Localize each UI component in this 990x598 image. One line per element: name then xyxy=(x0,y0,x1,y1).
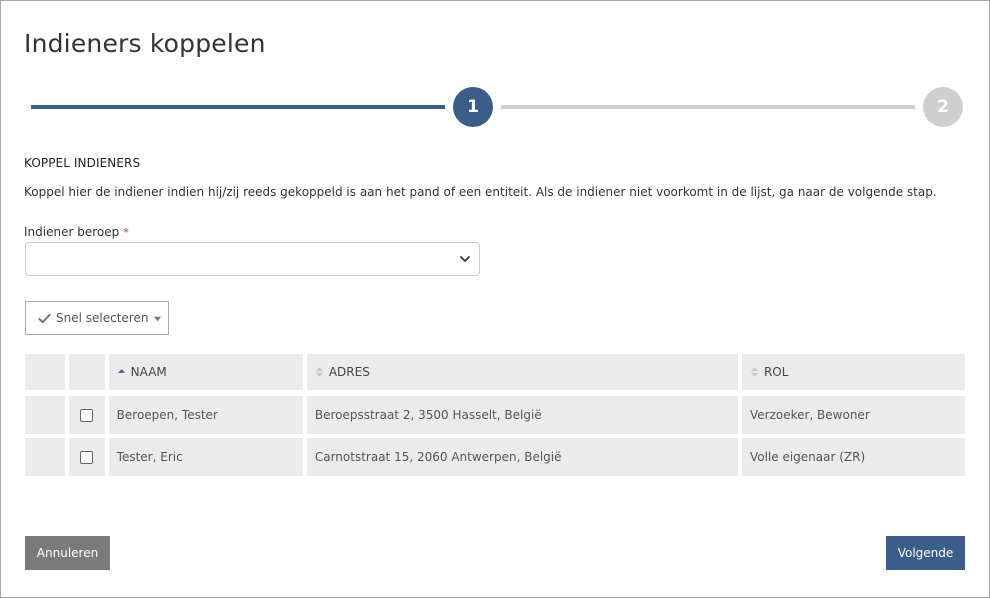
step-1-indicator[interactable]: 1 xyxy=(453,87,493,127)
annuleren-button[interactable]: Annuleren xyxy=(25,536,110,570)
header-cell-select xyxy=(68,354,105,390)
cell-naam: Beroepen, Tester xyxy=(108,396,303,434)
column-header-rol[interactable]: ROL xyxy=(741,354,966,390)
dialog-title: Indieners koppelen xyxy=(24,29,266,58)
table-row: Tester, Eric Carnotstraat 15, 2060 Antwe… xyxy=(25,438,966,476)
cell-adres: Beroepsstraat 2, 3500 Hasselt, België xyxy=(306,396,738,434)
cell-adres: Carnotstraat 15, 2060 Antwerpen, België xyxy=(306,438,738,476)
column-header-label: ROL xyxy=(763,365,789,379)
section-title: KOPPEL INDIENERS xyxy=(24,156,141,170)
snel-selecteren-button[interactable]: Snel selecteren xyxy=(25,301,169,335)
snel-selecteren-label: Snel selecteren xyxy=(56,311,149,325)
sort-icon xyxy=(315,367,323,377)
indiener-beroep-label: Indiener beroep * xyxy=(24,225,129,239)
section-intro: Koppel hier de indiener indien hij/zij r… xyxy=(24,185,937,199)
check-icon xyxy=(38,313,51,323)
row-cell-empty xyxy=(25,438,65,476)
table-header-row: NAAM ADRES ROL xyxy=(25,354,966,392)
column-header-naam[interactable]: NAAM xyxy=(108,354,303,390)
volgende-button[interactable]: Volgende xyxy=(886,536,965,570)
sort-icon xyxy=(750,367,759,377)
row-select-cell xyxy=(68,438,105,476)
cell-rol: Volle eigenaar (ZR) xyxy=(741,438,966,476)
cell-naam: Tester, Eric xyxy=(108,438,303,476)
row-cell-empty xyxy=(25,396,65,434)
row-checkbox[interactable] xyxy=(80,408,94,422)
header-cell-empty xyxy=(25,354,65,390)
indiener-beroep-select[interactable] xyxy=(25,242,480,276)
indieners-table: NAAM ADRES ROL Beroepen, Tester Beroepss… xyxy=(25,354,966,480)
caret-down-icon xyxy=(154,316,162,321)
required-marker: * xyxy=(123,226,129,239)
row-checkbox[interactable] xyxy=(80,450,94,464)
row-select-cell xyxy=(68,396,105,434)
stepper-progress-inactive xyxy=(501,105,915,109)
column-header-adres[interactable]: ADRES xyxy=(306,354,738,390)
column-header-label: NAAM xyxy=(130,365,167,379)
chevron-down-icon xyxy=(460,256,470,262)
sort-ascending-icon xyxy=(117,369,125,373)
column-header-label: ADRES xyxy=(328,365,370,379)
cell-rol: Verzoeker, Bewoner xyxy=(741,396,966,434)
step-2-indicator[interactable]: 2 xyxy=(923,87,963,127)
dialog: Indieners koppelen 1 2 KOPPEL INDIENERS … xyxy=(0,0,990,598)
field-label-text: Indiener beroep xyxy=(24,225,120,239)
table-row: Beroepen, Tester Beroepsstraat 2, 3500 H… xyxy=(25,396,966,434)
stepper-progress-active xyxy=(31,105,445,109)
